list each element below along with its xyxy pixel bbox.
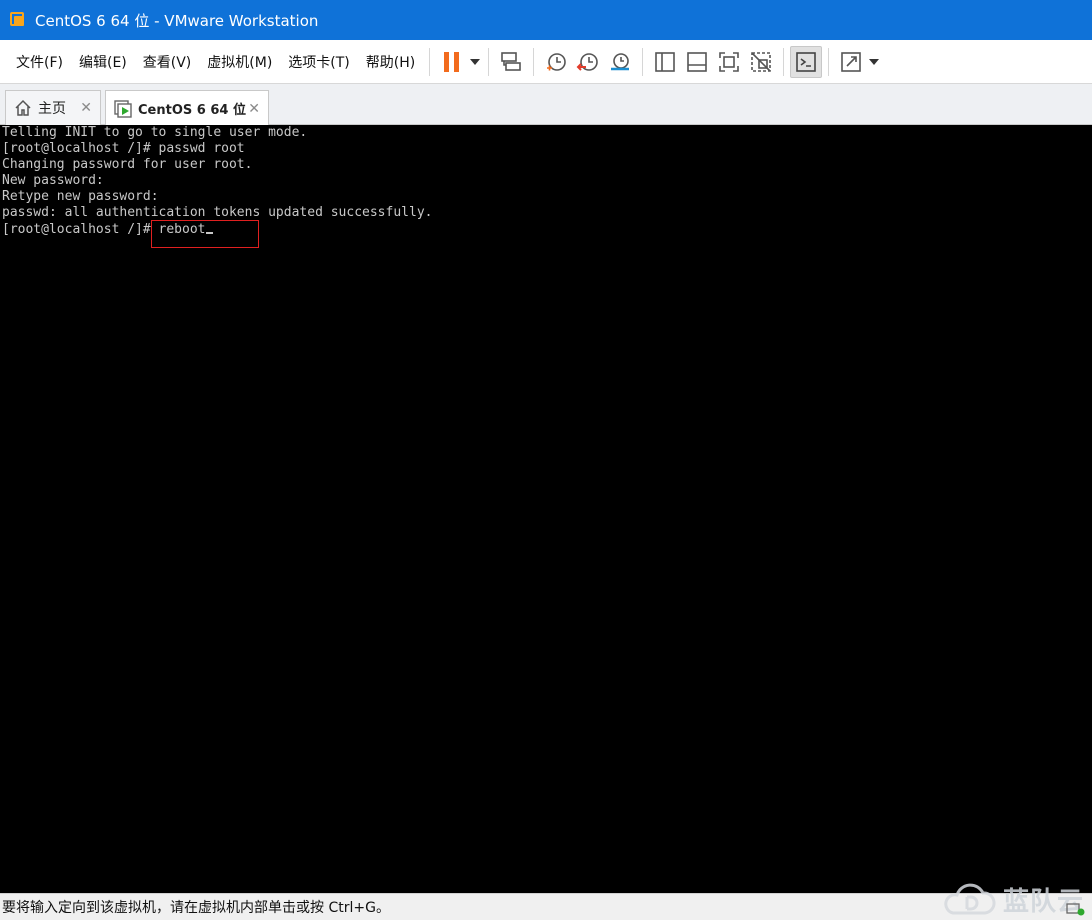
toolbar-separator [488,47,490,76]
tab-centos-label: CentOS 6 64 位 [138,103,246,118]
snapshot-revert-icon [576,52,599,71]
snapshot-take-icon [547,52,567,71]
console-line: New password: [2,173,104,188]
snapshot-manager-icon [611,52,630,70]
chevron-down-icon [869,58,880,65]
menu-vm[interactable]: 虚拟机(M) [199,52,280,72]
console-line: passwd: all authentication tokens update… [2,205,433,220]
stretch-guest-button[interactable] [835,46,867,78]
tab-bar: 主页 ✕ CentOS 6 64 位 ✕ [0,84,1092,126]
take-snapshot-button[interactable] [540,46,572,78]
menu-help[interactable]: 帮助(H) [358,52,423,72]
fullscreen-icon [719,51,740,72]
cloud-logo-icon [944,883,996,914]
fullscreen-button[interactable] [713,46,745,78]
close-icon[interactable]: ✕ [248,101,260,117]
chevron-down-icon [470,58,481,65]
window-title: CentOS 6 64 位 - VMware Workstation [35,11,319,30]
tab-centos[interactable]: CentOS 6 64 位 ✕ [105,90,269,126]
toolbar-separator [533,47,535,76]
tab-home-label: 主页 [38,101,66,117]
toolbar-separator [642,47,644,76]
console-view-icon [796,51,817,72]
library-view-icon [655,51,676,72]
status-bar: 要将输入定向到该虚拟机，请在虚拟机内部单击或按 Ctrl+G。 蓝队云 [0,883,1092,920]
console-line: Retype new password: [2,189,159,204]
toolbar-separator [828,47,830,76]
send-ctrl-alt-del-button[interactable] [495,46,527,78]
network-icon[interactable] [1066,902,1086,916]
menu-tabs[interactable]: 选项卡(T) [280,52,357,72]
menu-view[interactable]: 查看(V) [135,52,200,72]
pause-icon [444,51,460,72]
status-message: 要将输入定向到该虚拟机，请在虚拟机内部单击或按 Ctrl+G。 [2,900,390,916]
stretch-dropdown-button[interactable] [867,46,881,78]
console-line: Changing password for user root. [2,157,253,172]
send-ctrl-alt-del-icon [501,51,522,71]
console-view-button[interactable] [790,45,823,78]
unity-button[interactable] [745,46,777,78]
vm-console[interactable]: Telling INIT to go to single user mode. … [0,125,1092,893]
status-icons [1066,902,1086,916]
watermark: 蓝队云 [939,881,1084,918]
title-bar: CentOS 6 64 位 - VMware Workstation [0,0,1092,40]
thumbnail-view-icon [687,51,708,72]
console-line: Telling INIT to go to single user mode. [2,125,308,140]
power-dropdown-button[interactable] [468,46,482,78]
tab-home[interactable]: 主页 ✕ [5,90,101,125]
menu-edit[interactable]: 编辑(E) [71,52,135,72]
pause-button[interactable] [436,46,468,78]
show-thumbnail-button[interactable] [681,46,713,78]
toolbar-separator [783,47,785,76]
menu-file[interactable]: 文件(F) [8,52,71,72]
home-icon [15,99,31,116]
vmware-logo-icon [10,12,26,28]
stretch-guest-icon [841,51,862,72]
vm-running-icon [114,99,132,118]
show-library-button[interactable] [649,46,681,78]
revert-snapshot-button[interactable] [572,46,604,78]
toolbar-separator [429,47,431,76]
snapshot-manager-button[interactable] [604,46,636,78]
unity-icon [751,51,772,72]
close-icon[interactable]: ✕ [80,100,92,116]
menu-toolbar: 文件(F) 编辑(E) 查看(V) 虚拟机(M) 选项卡(T) 帮助(H) [0,40,1092,84]
highlight-box [151,220,259,248]
console-line: [root@localhost /]# passwd root [2,141,245,156]
